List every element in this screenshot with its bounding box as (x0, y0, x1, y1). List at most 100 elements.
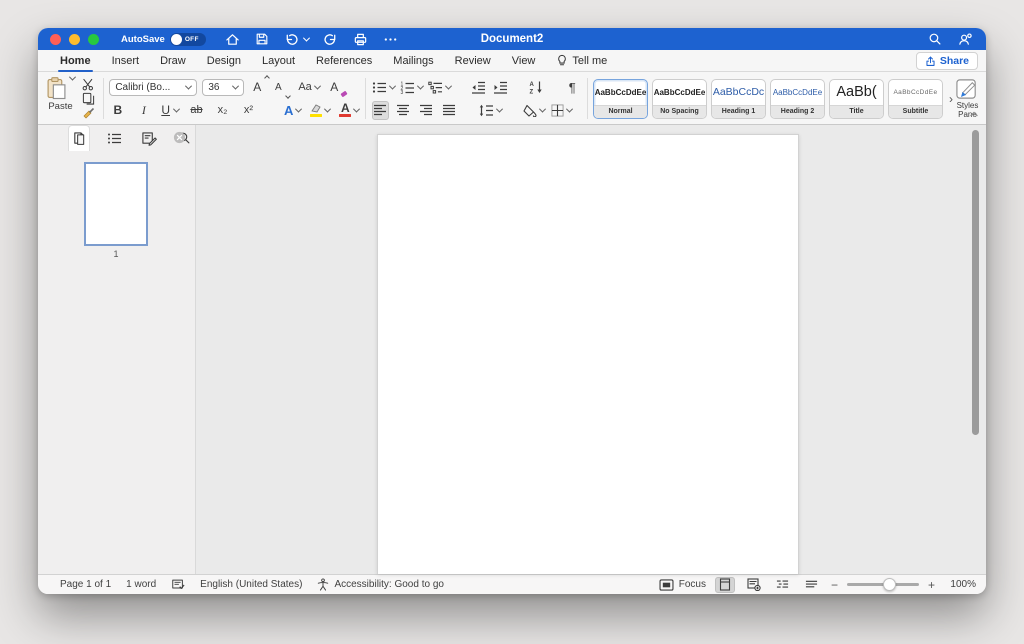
style-heading-1[interactable]: AaBbCcDc Heading 1 (711, 79, 766, 119)
presence-people-icon[interactable] (957, 30, 974, 49)
bullets-chevron-icon (389, 82, 396, 89)
tab-mailings[interactable]: Mailings (393, 50, 433, 72)
font-name-select[interactable]: Calibri (Bo... (109, 79, 197, 96)
search-icon[interactable] (926, 30, 943, 49)
decrease-indent-button[interactable] (470, 78, 487, 97)
show-paragraph-marks-button[interactable]: ¶ (564, 78, 581, 97)
copy-icon[interactable] (80, 91, 97, 105)
tab-insert[interactable]: Insert (112, 50, 140, 72)
accessibility-status[interactable]: Accessibility: Good to go (317, 578, 444, 591)
tab-layout[interactable]: Layout (262, 50, 295, 72)
outline-view-button[interactable] (773, 577, 793, 593)
italic-button[interactable]: I (135, 101, 152, 120)
print-layout-view-button[interactable] (715, 577, 735, 593)
thumbnails-tab[interactable] (68, 125, 90, 151)
font-size-select[interactable]: 36 (202, 79, 244, 96)
strikethrough-button[interactable]: ab (188, 101, 205, 120)
font-color-icon: A (339, 103, 351, 117)
draft-view-button[interactable] (802, 577, 822, 593)
share-button[interactable]: Share (916, 52, 978, 70)
tab-design[interactable]: Design (207, 50, 241, 72)
web-layout-view-button[interactable] (744, 577, 764, 593)
word-count-status[interactable]: 1 word (126, 579, 156, 590)
document-map-tab[interactable] (103, 125, 125, 151)
more-commands-icon[interactable] (382, 30, 399, 49)
tab-review[interactable]: Review (455, 50, 491, 72)
save-icon[interactable] (254, 30, 271, 49)
text-effects-button[interactable]: A (284, 101, 301, 120)
bullets-button[interactable] (372, 78, 395, 97)
cut-icon[interactable] (80, 77, 97, 91)
style-subtitle[interactable]: AaBbCcDdEe Subtitle (888, 79, 943, 119)
zoom-level[interactable]: 100% (944, 579, 976, 590)
shrink-font-button[interactable]: A (272, 78, 289, 97)
highlight-button[interactable] (310, 101, 330, 120)
format-painter-icon[interactable] (80, 106, 97, 120)
close-window-button[interactable] (50, 34, 61, 45)
eraser-icon (340, 90, 347, 97)
align-center-button[interactable] (395, 101, 412, 120)
change-case-button[interactable]: Aa (298, 78, 319, 97)
clipboard-icon (46, 76, 67, 100)
numbering-button[interactable]: 123 (400, 78, 423, 97)
zoom-window-button[interactable] (88, 34, 99, 45)
paste-button[interactable]: Paste (46, 76, 75, 121)
clear-formatting-button[interactable]: A (329, 78, 346, 97)
home-icon[interactable] (224, 30, 241, 49)
multilevel-list-button[interactable] (428, 78, 451, 97)
autosave-control[interactable]: AutoSave OFF (121, 33, 206, 46)
undo-icon[interactable] (284, 30, 309, 49)
language-status[interactable]: English (United States) (200, 579, 302, 590)
clipboard-group: Paste (46, 76, 97, 121)
page-thumbnail[interactable] (84, 162, 148, 246)
autosave-toggle[interactable]: OFF (170, 33, 206, 46)
page-count-status[interactable]: Page 1 of 1 (60, 579, 111, 590)
undo-dropdown-chevron-icon[interactable] (303, 34, 310, 41)
more-styles-chevron-icon[interactable]: › (949, 92, 953, 106)
focus-mode-button[interactable]: Focus (659, 579, 706, 591)
align-left-button[interactable] (372, 101, 389, 120)
spellcheck-icon[interactable] (171, 578, 185, 591)
justify-button[interactable] (441, 101, 458, 120)
sort-button[interactable]: AZ (528, 78, 545, 97)
font-size-chevron-icon (232, 82, 239, 89)
tab-references[interactable]: References (316, 50, 372, 72)
line-spacing-button[interactable] (479, 101, 502, 120)
subscript-button[interactable]: x₂ (214, 101, 231, 120)
style-heading-2[interactable]: AaBbCcDdEe Heading 2 (770, 79, 825, 119)
redo-icon[interactable] (322, 30, 339, 49)
tab-view[interactable]: View (512, 50, 536, 72)
zoom-in-button[interactable]: + (928, 578, 935, 592)
tell-me-control[interactable]: Tell me (556, 54, 607, 67)
traffic-lights (50, 34, 99, 45)
share-icon (925, 56, 936, 67)
align-right-button[interactable] (418, 101, 435, 120)
collapse-ribbon-button[interactable] (965, 104, 982, 123)
zoom-slider[interactable] (847, 583, 919, 586)
increase-indent-button[interactable] (492, 78, 509, 97)
close-pane-icon[interactable] (173, 131, 186, 149)
shading-button[interactable] (523, 101, 545, 120)
underline-button[interactable]: U (161, 101, 179, 120)
change-case-chevron-icon (314, 82, 321, 89)
bold-button[interactable]: B (109, 101, 126, 120)
zoom-out-button[interactable]: − (831, 578, 838, 592)
minimize-window-button[interactable] (69, 34, 80, 45)
tab-home[interactable]: Home (60, 50, 91, 72)
style-normal[interactable]: AaBbCcDdEe Normal (593, 79, 648, 119)
style-sample: AaBbCcDdEe (771, 80, 824, 105)
document-page[interactable] (377, 134, 799, 574)
borders-button[interactable] (551, 101, 572, 120)
style-title[interactable]: AaBb( Title (829, 79, 884, 119)
print-icon[interactable] (352, 30, 369, 49)
style-no-spacing[interactable]: AaBbCcDdEe No Spacing (652, 79, 707, 119)
paste-dropdown-chevron-icon[interactable] (69, 74, 76, 81)
vertical-scrollbar[interactable] (972, 130, 979, 435)
zoom-slider-knob[interactable] (883, 578, 896, 591)
reviewing-pane-tab[interactable] (138, 125, 160, 151)
font-color-button[interactable]: A (339, 101, 359, 120)
superscript-button[interactable]: x² (240, 101, 257, 120)
tab-draw[interactable]: Draw (160, 50, 186, 72)
grow-font-button[interactable]: A (251, 78, 268, 97)
font-size-value: 36 (208, 82, 219, 93)
